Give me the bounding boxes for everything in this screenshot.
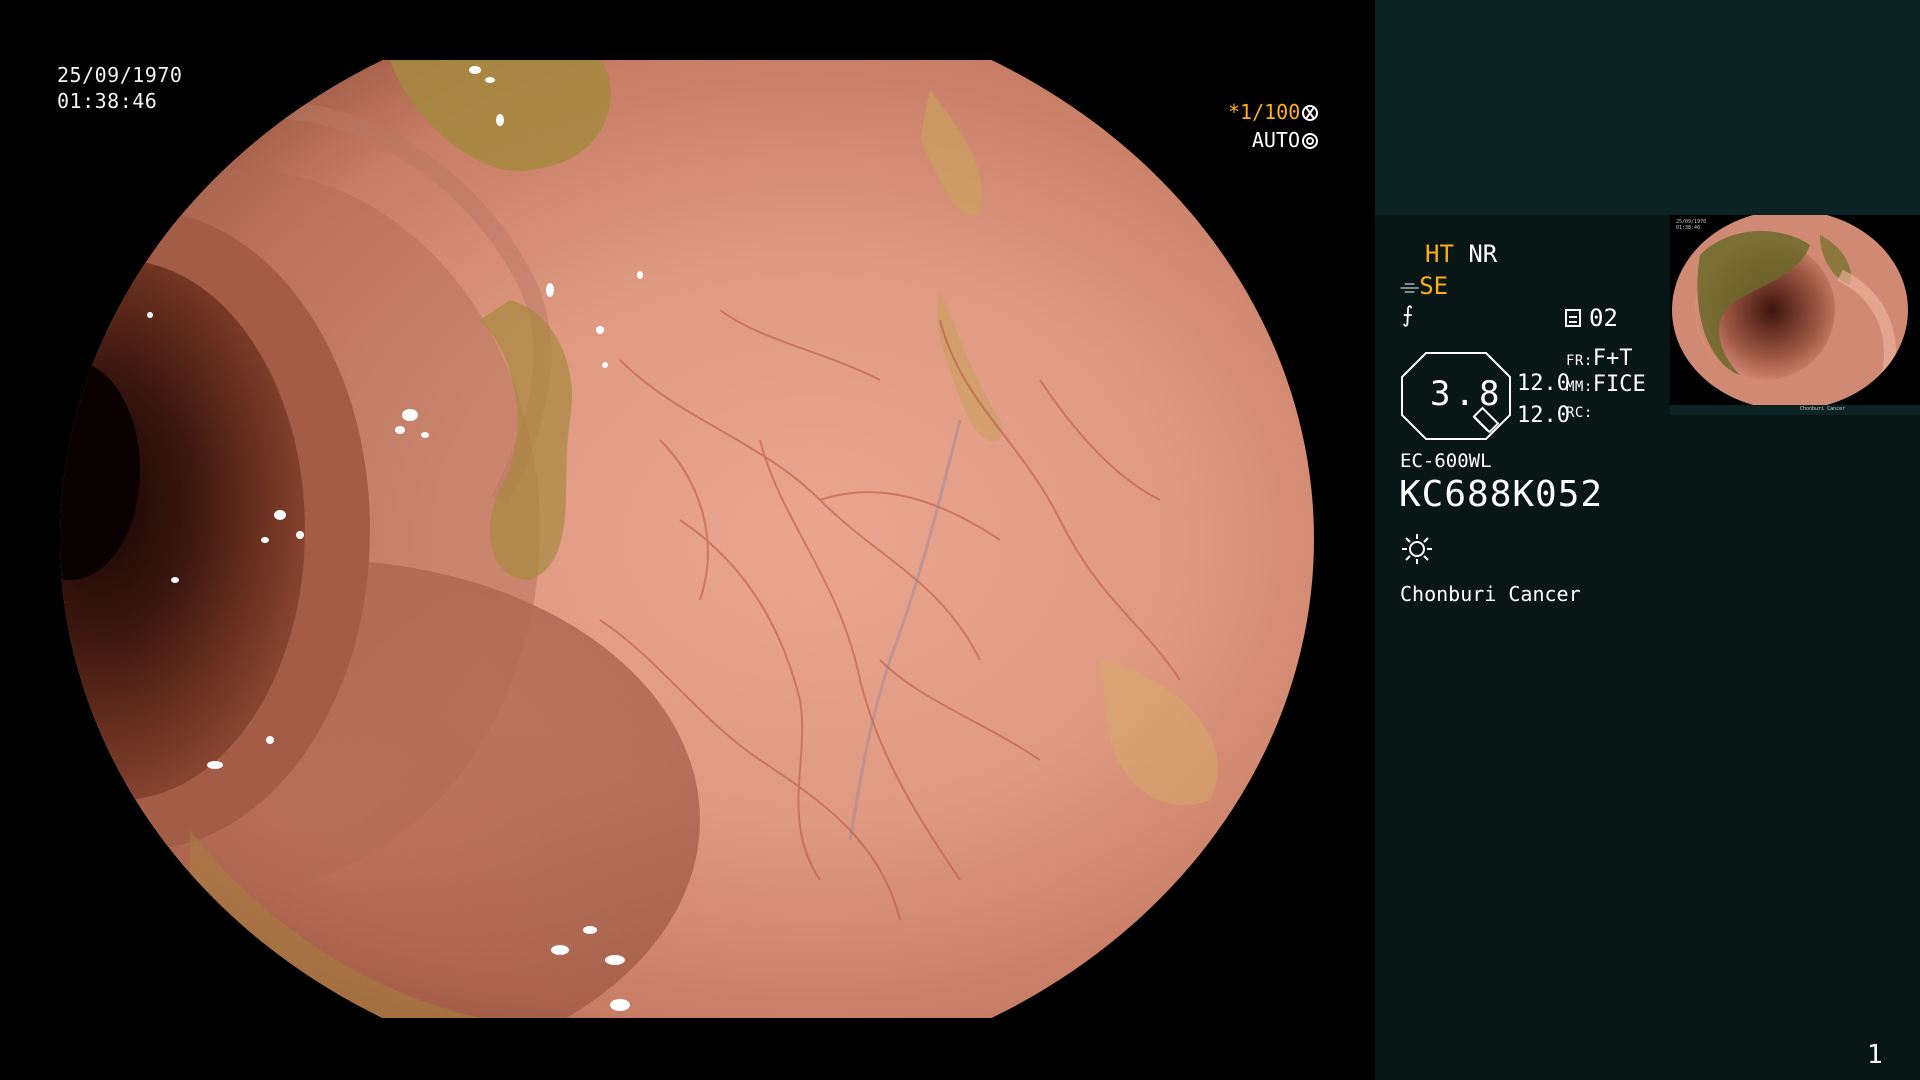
light-source-icon [1402,534,1432,564]
shutter-indicator: *1/100 AUTO [1228,98,1319,154]
processing-value-2: 12.0 [1517,403,1570,428]
scope-model: EC-600WL [1400,450,1492,472]
structure-enhance-icon: ⌯ [1400,272,1420,300]
fr-label: FR: [1566,353,1593,369]
mode-row-se: ⌯SE [1400,272,1448,300]
shutter-speed: *1/100 [1228,100,1301,124]
aperture-icon [1302,105,1319,121]
se-indicator: SE [1419,272,1449,300]
iris-ring-icon [1302,133,1318,149]
rc-label: RC: [1566,405,1593,421]
processing-value-1: 12.0 [1517,371,1570,396]
panel-header-area [1375,0,1920,215]
page-number: 1 [1867,1040,1883,1070]
scope-serial: KC688K052 [1399,474,1604,515]
thumbnail-time: 01:38:46 [1676,225,1701,231]
iris-mode: AUTO [1251,128,1300,152]
capture-date: 25/09/1970 [57,63,183,87]
thumbnail-footer: Chonburi Cancer [1670,405,1920,415]
memory-card-icon [1565,309,1581,327]
zoom-value: 3.8 [1430,374,1504,414]
capture-time: 01:38:46 [57,89,158,113]
memory-value: 02 [1589,304,1618,332]
capture-thumbnail[interactable]: 25/09/1970 01:38:46 Chonburi Cancer [1670,215,1920,415]
thumbnail-hospital: Chonburi Cancer [1800,406,1846,412]
hospital-name: Chonburi Cancer [1400,582,1581,606]
capture-timestamp: 25/09/1970 01:38:46 [57,62,182,114]
mode-row-ht: HT NR [1425,240,1497,268]
freeze-icon: ⨍ [1402,303,1414,328]
fr-value: F+T [1592,346,1633,371]
ht-indicator: HT [1425,240,1454,268]
processing-labels: FR:F+T MM:FICE RC: [1566,347,1646,425]
endoscopy-screen: 25/09/1970 01:38:46 *1/100 AUTO 25/09/19… [0,0,1920,1080]
processing-values: 12.0 12.0 [1517,368,1570,432]
thumbnail-timestamp: 25/09/1970 01:38:46 [1676,219,1706,231]
endoscope-image [60,60,1315,1018]
mm-label: MM: [1566,379,1593,395]
mm-value: FICE [1592,372,1646,397]
memory-indicator: 02 [1565,304,1618,332]
nr-indicator: NR [1468,240,1498,268]
